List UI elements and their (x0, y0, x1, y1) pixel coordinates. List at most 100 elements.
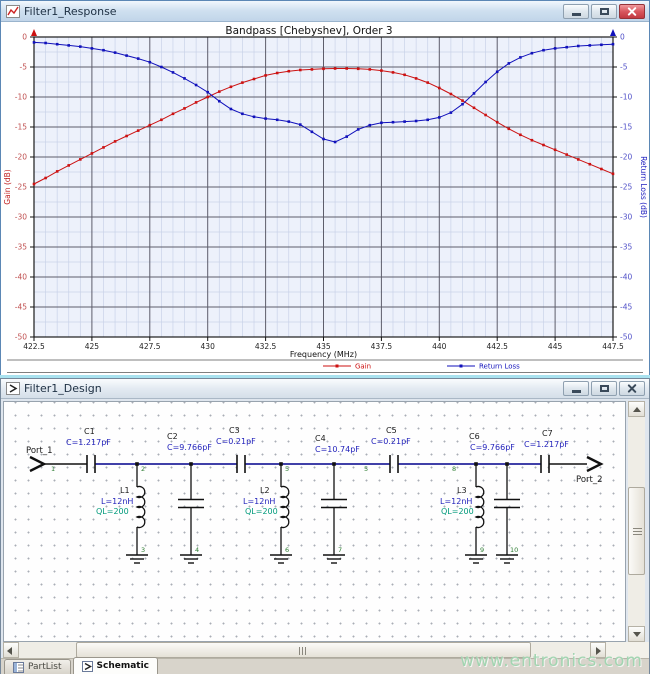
svg-text:C=1.217pF: C=1.217pF (524, 440, 569, 449)
svg-text:6: 6 (285, 546, 289, 554)
component-C2[interactable]: C2C=9.766pF (167, 432, 212, 563)
svg-text:10: 10 (510, 546, 518, 554)
vertical-scrollbar[interactable] (628, 401, 645, 642)
svg-text:Return Loss (dB): Return Loss (dB) (639, 156, 648, 218)
svg-text:-35: -35 (620, 243, 632, 252)
schematic-icon (82, 661, 93, 672)
legend-gain: Gain (323, 363, 371, 371)
scroll-left-button[interactable] (3, 642, 19, 658)
svg-text:C=1.217pF: C=1.217pF (66, 438, 111, 447)
left-axis-arrow (31, 29, 37, 36)
svg-text:445: 445 (548, 342, 563, 351)
design-window-title: Filter1_Design (24, 382, 563, 395)
svg-text:C7: C7 (542, 429, 553, 438)
scroll-up-button[interactable] (628, 401, 645, 417)
svg-text:-20: -20 (15, 153, 27, 162)
watermark: www.entronics.com (460, 651, 643, 671)
svg-text:-40: -40 (620, 273, 632, 282)
svg-text:3: 3 (141, 546, 145, 554)
svg-text:447.5: 447.5 (602, 342, 624, 351)
svg-text:-35: -35 (15, 243, 27, 252)
tab-partlist[interactable]: PartList (4, 659, 71, 674)
component-C4[interactable]: C4 C=10.74pF (315, 434, 360, 563)
svg-text:L2: L2 (260, 486, 270, 495)
svg-text:Return Loss: Return Loss (479, 363, 520, 371)
scroll-down-button[interactable] (628, 626, 645, 642)
svg-text:C=0.21pF: C=0.21pF (371, 437, 411, 446)
response-chart-svg: 422.5425427.5430432.5435437.5440442.5445… (1, 23, 649, 375)
port-Port_2[interactable]: Port_2 (576, 457, 603, 485)
maximize-icon (600, 385, 609, 392)
svg-text:C=9.766pF: C=9.766pF (470, 443, 515, 452)
component-C3[interactable]: C3 C=0.21pF (216, 426, 256, 473)
schematic-window-icon (5, 382, 20, 396)
tab-schematic-label: Schematic (97, 661, 150, 671)
tab-schematic[interactable]: Schematic (73, 657, 159, 674)
arrow-up-icon (633, 407, 641, 412)
svg-text:0: 0 (620, 33, 625, 42)
component-C1[interactable]: C1 C=1.217pF (66, 427, 111, 473)
response-chart: 422.5425427.5430432.5435437.5440442.5445… (1, 23, 649, 375)
svg-text:-5: -5 (20, 63, 28, 72)
svg-text:C1: C1 (84, 427, 95, 436)
svg-text:2: 2 (141, 465, 145, 473)
svg-text:-50: -50 (620, 333, 632, 342)
port-Port_1[interactable]: Port_1 (26, 446, 53, 471)
svg-text:C4: C4 (315, 434, 326, 443)
close-button[interactable] (619, 4, 645, 19)
component-C5[interactable]: C5C=0.21pF (371, 426, 411, 473)
svg-text:430: 430 (201, 342, 216, 351)
svg-text:Bandpass [Chebyshev], Order 3: Bandpass [Chebyshev], Order 3 (225, 25, 392, 37)
design-minimize-button[interactable] (563, 381, 589, 396)
svg-text:5: 5 (285, 465, 289, 473)
design-titlebar[interactable]: Filter1_Design (1, 379, 649, 399)
minimize-icon (572, 390, 581, 393)
response-titlebar[interactable]: Filter1_Response (1, 1, 649, 22)
svg-text:QL=200: QL=200 (96, 507, 129, 516)
svg-text:-25: -25 (15, 183, 27, 192)
svg-text:C3: C3 (229, 426, 240, 435)
svg-text:-45: -45 (15, 303, 27, 312)
close-icon (627, 383, 638, 394)
svg-text:-50: -50 (15, 333, 27, 342)
svg-text:Frequency (MHz): Frequency (MHz) (290, 350, 357, 359)
svg-text:C=0.21pF: C=0.21pF (216, 437, 256, 446)
svg-text:9: 9 (480, 546, 484, 554)
response-window: Filter1_Response 422.5425427.5430432.543… (0, 0, 650, 375)
svg-text:Gain: Gain (355, 363, 371, 371)
svg-text:-40: -40 (15, 273, 27, 282)
arrow-down-icon (633, 632, 641, 637)
svg-text:432.5: 432.5 (255, 342, 277, 351)
svg-text:422.5: 422.5 (23, 342, 45, 351)
arrow-left-icon (7, 647, 12, 655)
svg-text:C=9.766pF: C=9.766pF (167, 443, 212, 452)
maximize-icon (600, 8, 609, 15)
design-close-button[interactable] (619, 381, 645, 396)
svg-text:5: 5 (364, 465, 368, 473)
svg-text:4: 4 (195, 546, 199, 554)
partlist-icon (13, 662, 24, 673)
schematic-canvas[interactable]: Port_1Port_2C1C=1.217pFC3C=0.21pFC5C=0.2… (3, 401, 626, 642)
response-window-title: Filter1_Response (24, 5, 563, 18)
svg-text:L1: L1 (120, 486, 130, 495)
right-axis-arrow (610, 29, 616, 36)
close-icon (627, 6, 638, 17)
svg-text:-30: -30 (620, 213, 632, 222)
svg-text:C=10.74pF: C=10.74pF (315, 445, 360, 454)
svg-text:L3: L3 (457, 486, 467, 495)
tab-partlist-label: PartList (28, 662, 62, 672)
minimize-button[interactable] (563, 4, 589, 19)
svg-text:-5: -5 (620, 63, 628, 72)
svg-text:QL=200: QL=200 (245, 507, 278, 516)
svg-text:8: 8 (452, 465, 456, 473)
component-C7[interactable]: C7 C=1.217pF (524, 429, 569, 473)
chart-window-icon (5, 4, 20, 18)
design-maximize-button[interactable] (591, 381, 617, 396)
vertical-scroll-thumb[interactable] (628, 487, 645, 575)
svg-text:L=12nH: L=12nH (101, 497, 133, 506)
maximize-button[interactable] (591, 4, 617, 19)
svg-text:L=12nH: L=12nH (243, 497, 275, 506)
svg-text:-45: -45 (620, 303, 632, 312)
schematic-svg: Port_1Port_2C1C=1.217pFC3C=0.21pFC5C=0.2… (4, 402, 625, 641)
svg-text:-20: -20 (620, 153, 632, 162)
